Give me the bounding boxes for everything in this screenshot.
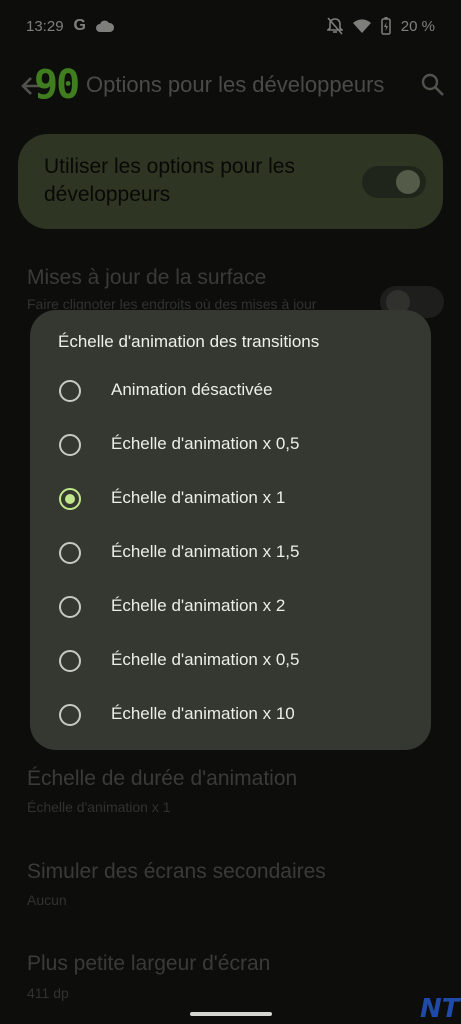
option-scale-1-5[interactable]: Échelle d'animation x 1,5 <box>30 526 431 580</box>
dialog-title: Échelle d'animation des transitions <box>58 332 320 351</box>
radio-button-selected[interactable] <box>59 488 81 510</box>
radio-button[interactable] <box>59 650 81 672</box>
option-scale-0-5-second[interactable]: Échelle d'animation x 0,5 <box>30 634 431 688</box>
radio-button[interactable] <box>59 542 81 564</box>
option-label: Échelle d'animation x 1 <box>111 488 286 507</box>
option-label: Échelle d'animation x 1,5 <box>111 542 300 561</box>
option-scale-10[interactable]: Échelle d'animation x 10 <box>30 688 431 742</box>
radio-button[interactable] <box>59 596 81 618</box>
transition-animation-scale-dialog: Échelle d'animation des transitions Anim… <box>30 310 431 750</box>
radio-button[interactable] <box>59 380 81 402</box>
option-scale-0-5[interactable]: Échelle d'animation x 0,5 <box>30 418 431 472</box>
watermark-logo: NT <box>420 994 460 1024</box>
option-animation-off[interactable]: Animation désactivée <box>30 364 431 418</box>
option-scale-2[interactable]: Échelle d'animation x 2 <box>30 580 431 634</box>
home-indicator[interactable] <box>190 1012 272 1016</box>
option-label: Échelle d'animation x 2 <box>111 596 286 615</box>
option-label: Échelle d'animation x 0,5 <box>111 434 300 453</box>
option-scale-1[interactable]: Échelle d'animation x 1 <box>30 472 431 526</box>
option-label: Échelle d'animation x 10 <box>111 704 295 723</box>
option-label: Animation désactivée <box>111 380 273 399</box>
radio-button[interactable] <box>59 434 81 456</box>
radio-button[interactable] <box>59 704 81 726</box>
option-label: Échelle d'animation x 0,5 <box>111 650 300 669</box>
